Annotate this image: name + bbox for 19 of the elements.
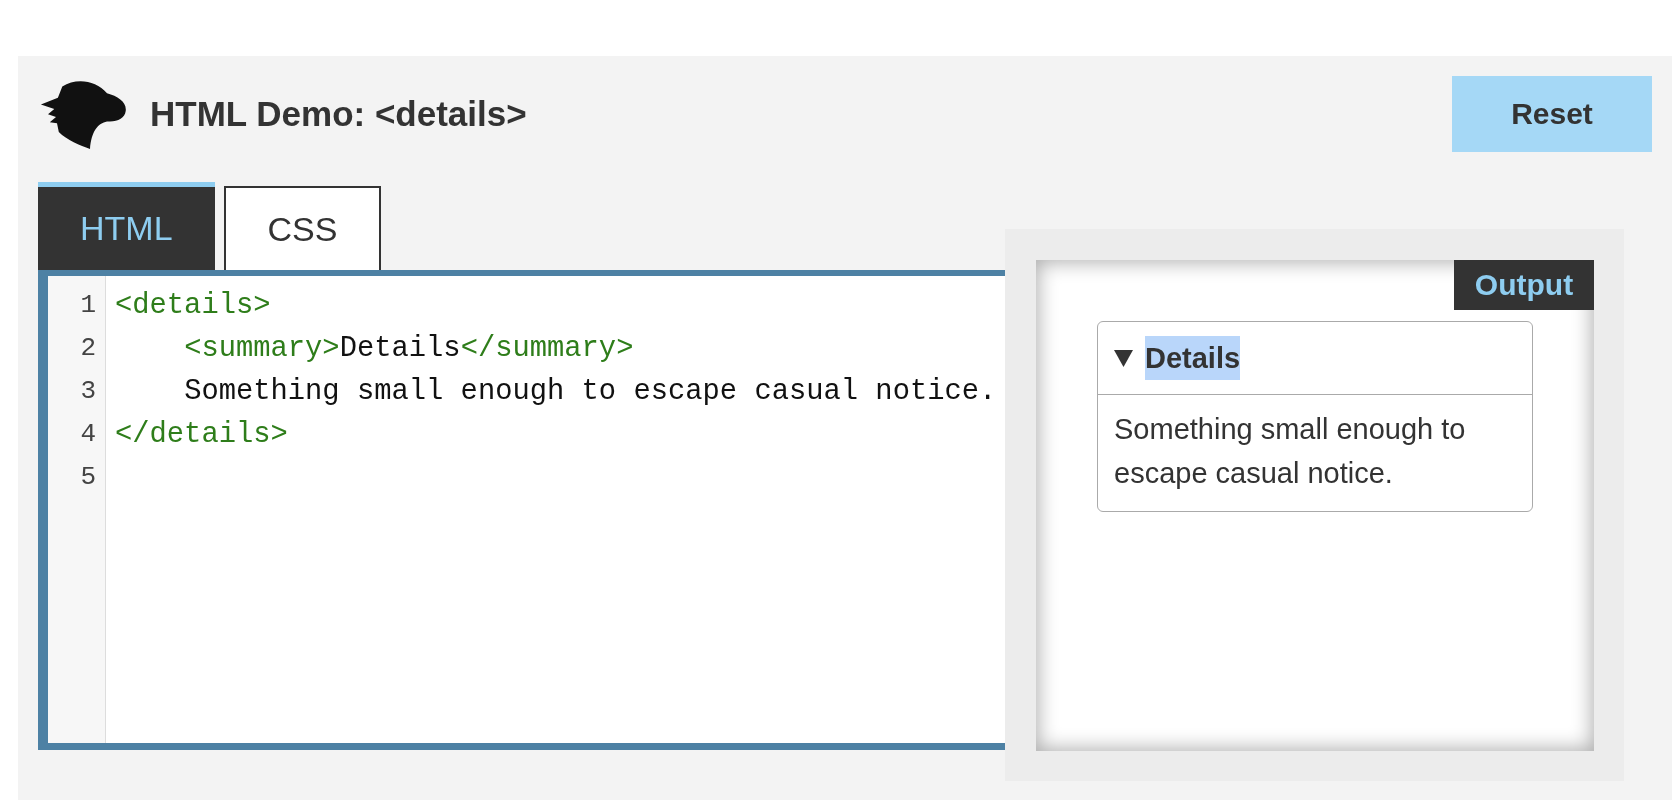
line-number: 4 — [79, 418, 96, 451]
details-summary[interactable]: Details — [1098, 322, 1532, 395]
output-label: Output — [1454, 260, 1594, 310]
page-title: HTML Demo: <details> — [150, 93, 527, 135]
code-line: <summary>Details</summary> — [184, 331, 634, 367]
editor-tab[interactable]: CSS — [223, 186, 382, 270]
code-line: Something small enough to escape casual notice. — [184, 374, 997, 410]
code-line: <details> — [115, 288, 271, 324]
dinosaur-head-icon — [40, 78, 128, 150]
line-number: 1 — [79, 289, 96, 322]
editor-tab[interactable]: HTML — [38, 182, 215, 270]
code-editor[interactable]: 1 2 3 4 5 <details> <summary>Details</summary> Something small enough to escape casual notice. </details> — [38, 270, 1005, 750]
line-number: 2 — [79, 332, 96, 365]
line-number: 5 — [79, 461, 96, 494]
reset-button[interactable]: Reset — [1452, 76, 1652, 152]
line-number: 3 — [79, 375, 96, 408]
disclosure-triangle-icon — [1114, 349, 1133, 367]
code-line: </details> — [115, 417, 288, 453]
details-text: Something small enough to escape casual notice. — [1113, 412, 1467, 491]
